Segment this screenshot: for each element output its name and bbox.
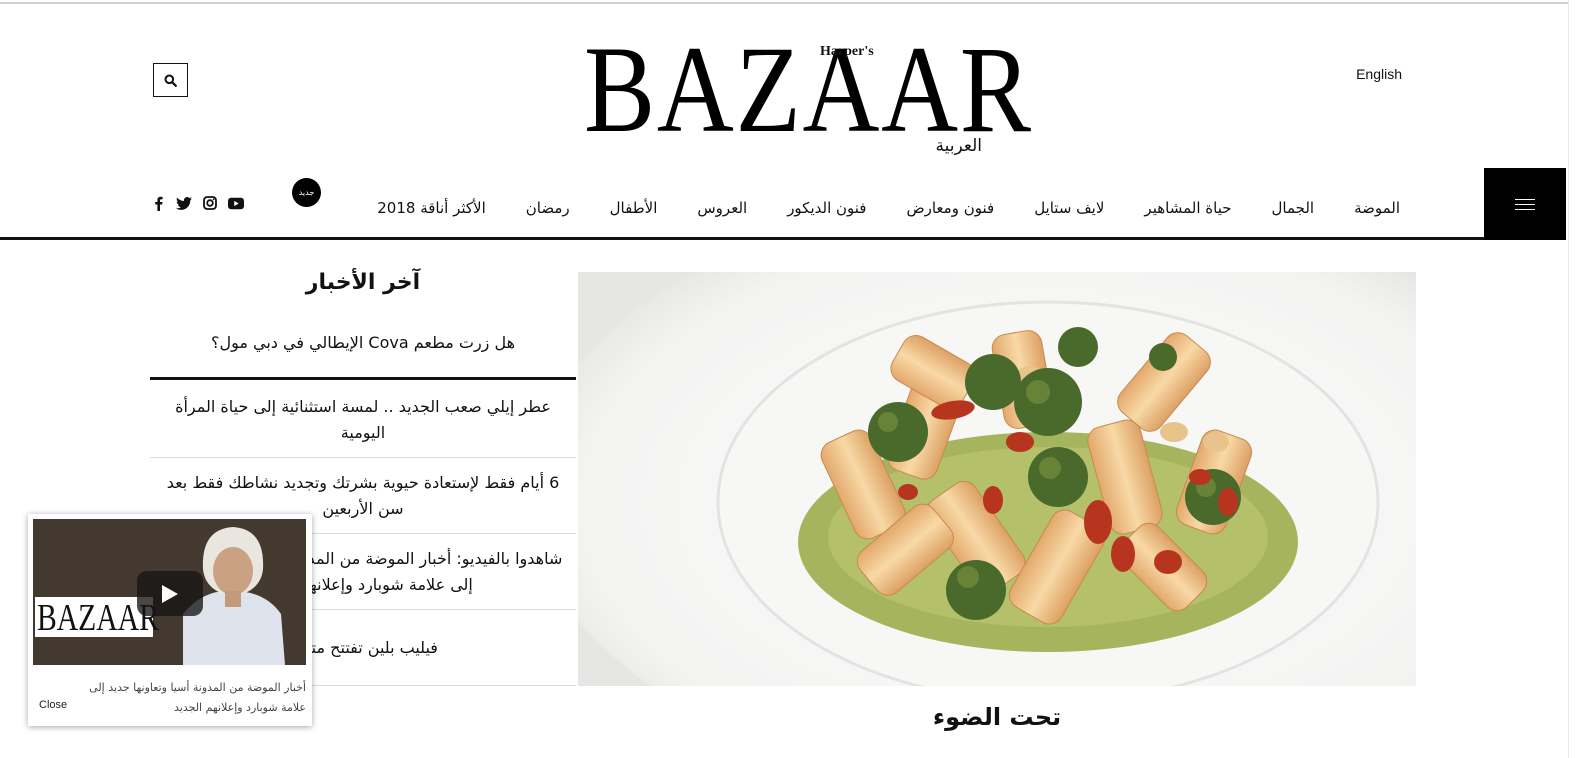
nav-item-fashion[interactable]: الموضة [1354, 199, 1400, 217]
twitter-icon[interactable] [176, 195, 192, 211]
social-links [150, 195, 244, 211]
hamburger-menu-icon [1515, 198, 1535, 210]
search-icon [164, 74, 177, 87]
nav-item-best-dressed-2018[interactable]: الأكثر أناقة 2018 [377, 199, 486, 217]
video-player[interactable]: BAZAAR [33, 519, 306, 665]
video-caption: أخبار الموضة من المدونة أسيا وتعاونها جد… [89, 681, 306, 714]
youtube-icon[interactable] [228, 195, 244, 211]
main-navigation: جديد الموضة الجمال حياة المشاهير لايف ست… [0, 168, 1566, 240]
close-button[interactable]: Close [39, 699, 67, 711]
nav-item-decor[interactable]: فنون الديكور [787, 199, 866, 217]
logo-wordmark: BAZAAR [584, 21, 1033, 158]
nav-items: الموضة الجمال حياة المشاهير لايف ستايل ف… [300, 196, 1400, 220]
search-button[interactable] [153, 63, 188, 97]
nav-item-arts[interactable]: فنون ومعارض [906, 199, 994, 217]
facebook-icon[interactable] [150, 195, 166, 211]
latest-news-heading: آخر الأخبار [305, 270, 421, 295]
latest-news-featured-link[interactable]: هل زرت مطعم Cova الإيطالي في دبي مول؟ [150, 328, 576, 380]
top-border [0, 2, 1568, 4]
logo-harpers: Harper's [820, 44, 874, 59]
video-popup: BAZAAR أخبار الموضة من المدونة أسيا وتعا… [28, 514, 312, 726]
logo-arabic: العربية [935, 136, 982, 156]
play-icon [162, 584, 178, 603]
nav-item-beauty[interactable]: الجمال [1272, 199, 1315, 217]
menu-button[interactable] [1484, 168, 1566, 240]
play-button[interactable] [137, 571, 203, 616]
site-logo[interactable]: BAZAAR Harper's العربية [584, 28, 1031, 160]
language-switch-link[interactable]: English [1340, 66, 1402, 82]
pasta-dish-illustration [578, 272, 1416, 686]
nav-item-kids[interactable]: الأطفال [610, 199, 658, 217]
spotlight-heading: تحت الضوء [932, 703, 1062, 731]
nav-item-bride[interactable]: العروس [697, 199, 747, 217]
nav-item-lifestyle[interactable]: لايف ستايل [1034, 199, 1104, 217]
video-logo: BAZAAR [35, 597, 159, 637]
list-item[interactable]: عطر إيلي صعب الجديد .. لمسة استثنائية إل… [150, 382, 576, 458]
hero-image[interactable] [578, 272, 1416, 686]
nav-item-celebrities[interactable]: حياة المشاهير [1144, 199, 1231, 217]
scrollbar[interactable] [1568, 0, 1586, 758]
instagram-icon[interactable] [202, 195, 218, 211]
nav-item-ramadan[interactable]: رمضان [526, 199, 570, 217]
